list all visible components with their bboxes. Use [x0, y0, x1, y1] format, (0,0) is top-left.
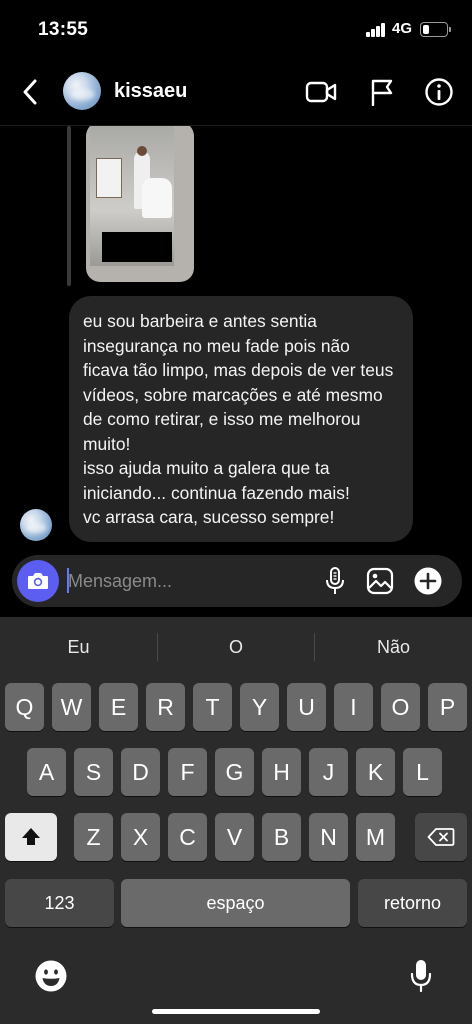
back-button[interactable] — [14, 74, 46, 110]
chat-username[interactable]: kissaeu — [114, 80, 187, 103]
network-type: 4G — [392, 20, 413, 37]
suggestion-item[interactable]: Eu — [0, 617, 157, 677]
key-v[interactable]: V — [215, 813, 254, 861]
backspace-icon — [427, 828, 455, 846]
video-camera-icon — [305, 81, 337, 103]
key-m[interactable]: M — [356, 813, 395, 861]
home-indicator[interactable] — [152, 1009, 320, 1014]
key-r[interactable]: R — [146, 683, 185, 731]
key-j[interactable]: J — [309, 748, 348, 796]
key-h[interactable]: H — [262, 748, 301, 796]
add-content-button[interactable] — [412, 565, 444, 597]
suggestion-bar: Eu O Não — [0, 617, 472, 677]
media-caption-redacted — [102, 232, 172, 262]
message-text: vc arrasa cara, sucesso sempre! — [83, 507, 335, 527]
key-e[interactable]: E — [99, 683, 138, 731]
key-u[interactable]: U — [287, 683, 326, 731]
microphone-icon — [326, 567, 344, 594]
key-a[interactable]: A — [27, 748, 66, 796]
voice-message-button[interactable] — [319, 565, 351, 597]
keyboard: Eu O Não Q W E R T Y U I O P A S D F G H… — [0, 617, 472, 1024]
shared-media-thumbnail[interactable] — [86, 126, 194, 282]
key-k[interactable]: K — [356, 748, 395, 796]
message-bubble[interactable]: eu sou barbeira e antes sentia inseguran… — [69, 296, 413, 542]
info-button[interactable] — [423, 76, 455, 108]
chat-header: kissaeu — [0, 58, 472, 126]
chevron-left-icon — [23, 79, 37, 105]
dictation-button[interactable] — [401, 956, 441, 996]
key-c[interactable]: C — [168, 813, 207, 861]
key-b[interactable]: B — [262, 813, 301, 861]
key-s[interactable]: S — [74, 748, 113, 796]
key-w[interactable]: W — [52, 683, 91, 731]
key-p[interactable]: P — [428, 683, 467, 731]
emoji-button[interactable] — [31, 956, 71, 996]
backspace-key[interactable] — [415, 813, 467, 861]
report-button[interactable] — [366, 76, 398, 108]
key-y[interactable]: Y — [240, 683, 279, 731]
message-text: eu sou barbeira e antes sentia inseguran… — [83, 311, 394, 454]
message-composer — [12, 555, 462, 607]
key-n[interactable]: N — [309, 813, 348, 861]
key-t[interactable]: T — [193, 683, 232, 731]
message-thread: eu sou barbeira e antes sentia inseguran… — [0, 126, 472, 554]
key-q[interactable]: Q — [5, 683, 44, 731]
numbers-key[interactable]: 123 — [5, 879, 114, 927]
camera-button[interactable] — [17, 560, 59, 602]
battery-level — [423, 25, 429, 34]
message-input[interactable] — [68, 567, 298, 595]
suggestion-item[interactable]: Não — [315, 617, 472, 677]
key-d[interactable]: D — [121, 748, 160, 796]
sender-avatar[interactable] — [20, 509, 52, 541]
plus-circle-icon — [414, 567, 442, 595]
reply-indicator — [67, 126, 71, 286]
camera-icon — [28, 573, 48, 589]
key-o[interactable]: O — [381, 683, 420, 731]
key-l[interactable]: L — [403, 748, 442, 796]
space-key[interactable]: espaço — [121, 879, 350, 927]
key-f[interactable]: F — [168, 748, 207, 796]
status-time: 13:55 — [38, 19, 89, 40]
emoji-icon — [35, 960, 67, 992]
message-text: isso ajuda muito a galera que ta inician… — [83, 458, 350, 503]
battery-icon — [420, 22, 448, 37]
suggestion-item[interactable]: O — [158, 617, 314, 677]
shift-key[interactable] — [5, 813, 57, 861]
shift-arrow-icon — [22, 828, 40, 845]
signal-icon — [366, 23, 386, 37]
microphone-icon — [410, 960, 432, 993]
video-call-button[interactable] — [305, 76, 337, 108]
key-i[interactable]: I — [334, 683, 373, 731]
image-gallery-icon — [366, 567, 394, 595]
status-bar: 13:55 4G — [0, 0, 472, 58]
gallery-button[interactable] — [364, 565, 396, 597]
flag-icon — [371, 79, 393, 106]
key-z[interactable]: Z — [74, 813, 113, 861]
battery-cap — [449, 27, 451, 32]
key-x[interactable]: X — [121, 813, 160, 861]
info-icon — [425, 78, 453, 106]
return-key[interactable]: retorno — [358, 879, 467, 927]
avatar[interactable] — [63, 72, 101, 110]
key-g[interactable]: G — [215, 748, 254, 796]
